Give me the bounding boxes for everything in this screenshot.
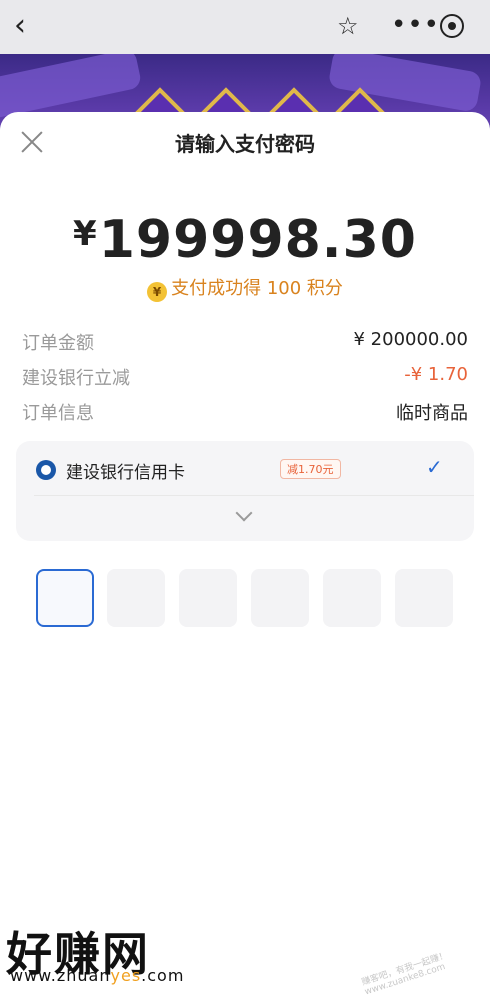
currency-symbol: ¥ [73,214,97,254]
more-icon[interactable]: ••• [391,10,440,40]
chevron-left-icon[interactable]: ‹ [14,11,44,42]
reward-line: ¥ 支付成功得 100 积分 [0,274,490,302]
sheet-title: 请输入支付密码 [175,132,315,156]
pin-box-2[interactable] [107,569,165,627]
detail-label: 建设银行立减 [22,368,130,389]
detail-label: 订单信息 [22,403,94,424]
reward-text: 支付成功得 100 积分 [171,278,343,299]
payment-amount: ¥199998.30 [0,210,490,270]
detail-row-order-info: 订单信息 临时商品 [22,399,468,425]
chevron-down-icon[interactable] [235,504,253,522]
pin-box-5[interactable] [323,569,381,627]
pin-box-6[interactable] [395,569,453,627]
detail-value: 临时商品 [396,403,468,424]
pin-box-1[interactable] [36,569,94,627]
ccb-bank-icon [36,460,56,480]
browser-topbar: ‹ ☆ ••• [0,0,490,54]
check-icon: ✓ [426,455,443,479]
pin-box-4[interactable] [251,569,309,627]
star-icon[interactable]: ☆ [337,12,359,40]
detail-label: 订单金额 [22,333,94,354]
watermark-url: www.zhuanyes.com [10,966,185,985]
coin-icon: ¥ [147,282,168,302]
detail-row-bank-discount: 建设银行立减 -¥ 1.70 [22,364,468,390]
target-icon[interactable] [440,14,464,38]
promo-badge: 减1.70元 [280,459,341,479]
card-name: 建设银行信用卡 [66,463,185,483]
pin-box-3[interactable] [179,569,237,627]
amount-value: 199998.30 [98,210,417,270]
detail-value: -¥ 1.70 [404,364,468,385]
payment-method-panel[interactable]: 建设银行信用卡 减1.70元 ✓ [16,441,474,541]
divider [34,495,474,496]
detail-value: ¥ 200000.00 [353,329,468,350]
detail-row-order-amount: 订单金额 ¥ 200000.00 [22,329,468,355]
